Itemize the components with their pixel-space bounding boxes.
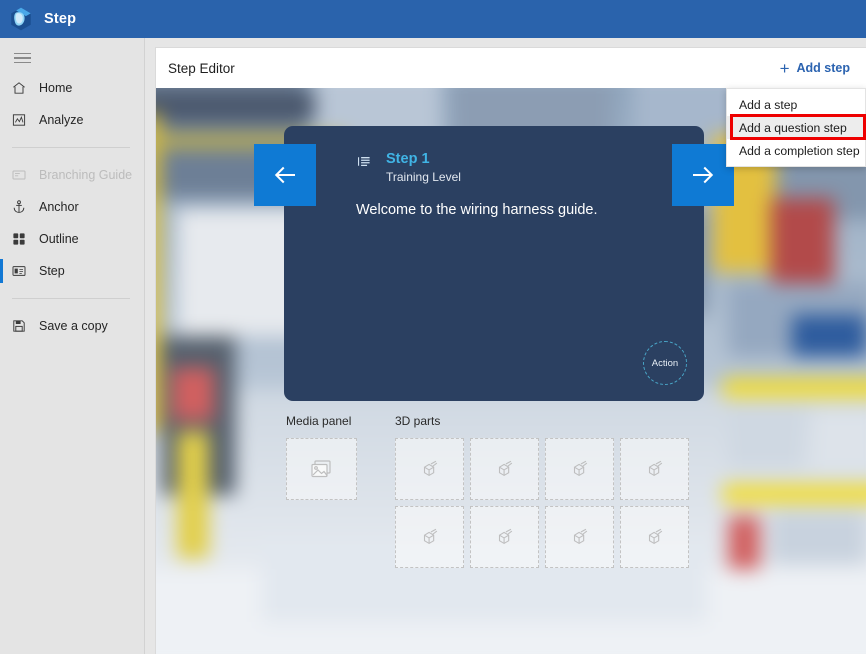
action-chip-label: Action xyxy=(652,358,678,369)
add-step-label: Add step xyxy=(797,61,850,75)
3d-part-slot[interactable] xyxy=(470,506,539,568)
3d-parts-section: 3D parts xyxy=(395,414,689,568)
cube-3d-icon xyxy=(569,458,591,480)
home-icon xyxy=(10,80,27,97)
step-number: Step 1 xyxy=(386,150,461,168)
cube-3d-icon xyxy=(569,526,591,548)
sidebar-item-label: Home xyxy=(39,81,72,95)
step-level: Training Level xyxy=(386,170,461,184)
add-step-dropdown-menu: Add a step Add a question step Add a com… xyxy=(726,88,866,167)
sidebar-divider xyxy=(12,147,130,148)
sidebar-item-analyze[interactable]: Analyze xyxy=(0,104,144,136)
menu-item-add-a-step[interactable]: Add a step xyxy=(727,93,865,116)
sidebar-item-label: Step xyxy=(39,264,65,278)
sidebar-item-label: Save a copy xyxy=(39,319,108,333)
sidebar-item-home[interactable]: Home xyxy=(0,72,144,104)
sidebar-item-label: Branching Guide xyxy=(39,168,132,182)
arrow-right-icon xyxy=(688,160,718,190)
sidebar-item-save-a-copy[interactable]: Save a copy xyxy=(0,310,144,342)
sidebar-item-step[interactable]: Step xyxy=(0,255,144,287)
cube-3d-icon xyxy=(644,458,666,480)
3d-part-slot[interactable] xyxy=(395,506,464,568)
sidebar-item-anchor[interactable]: Anchor xyxy=(0,191,144,223)
cube-3d-icon xyxy=(494,458,516,480)
dynamics-guides-logo xyxy=(8,6,34,32)
sidebar-item-label: Outline xyxy=(39,232,79,246)
step-stage: Step 1 Training Level Welcome to the wir… xyxy=(156,88,866,654)
step-header: Step 1 Training Level xyxy=(284,126,704,184)
content-header: Step Editor + Add step xyxy=(156,48,866,88)
3d-parts-grid xyxy=(395,438,689,568)
title-bar: Step xyxy=(0,0,866,38)
add-step-button[interactable]: + Add step xyxy=(778,56,852,81)
media-panel-label: Media panel xyxy=(286,414,357,428)
cube-3d-icon xyxy=(494,526,516,548)
app-title: Step xyxy=(44,11,76,27)
menu-item-add-a-question-step[interactable]: Add a question step xyxy=(727,116,865,139)
image-placeholder-icon xyxy=(310,458,334,480)
arrow-left-icon xyxy=(270,160,300,190)
sidebar-item-label: Analyze xyxy=(39,113,83,127)
sidebar-item-branching-guide: Branching Guide xyxy=(0,159,144,191)
menu-item-label: Add a completion step xyxy=(739,144,860,158)
plus-icon: + xyxy=(780,60,790,77)
save-floppy-icon xyxy=(10,318,27,335)
sidebar-item-outline[interactable]: Outline xyxy=(0,223,144,255)
branching-guide-icon xyxy=(10,167,27,184)
sidebar-item-label: Anchor xyxy=(39,200,79,214)
3d-part-slot[interactable] xyxy=(395,438,464,500)
next-step-button[interactable] xyxy=(672,144,734,206)
previous-step-button[interactable] xyxy=(254,144,316,206)
3d-part-slot[interactable] xyxy=(620,506,689,568)
3d-parts-label: 3D parts xyxy=(395,414,689,428)
sidebar-divider xyxy=(12,298,130,299)
asset-sections: Media panel 3D parts xyxy=(286,414,689,568)
menu-item-label: Add a step xyxy=(739,98,797,112)
media-panel-section: Media panel xyxy=(286,414,357,568)
3d-part-slot[interactable] xyxy=(470,438,539,500)
cube-3d-icon xyxy=(419,526,441,548)
step-list-icon xyxy=(356,153,373,175)
hamburger-menu-icon[interactable] xyxy=(0,44,45,72)
step-card: Step 1 Training Level Welcome to the wir… xyxy=(284,126,704,401)
outline-grid-icon xyxy=(10,231,27,248)
cube-3d-icon xyxy=(644,526,666,548)
anchor-icon xyxy=(10,199,27,216)
media-panel-slot[interactable] xyxy=(286,438,357,500)
3d-part-slot[interactable] xyxy=(545,438,614,500)
action-chip[interactable]: Action xyxy=(643,341,687,385)
analyze-chart-icon xyxy=(10,112,27,129)
step-card-icon xyxy=(10,263,27,280)
menu-item-label: Add a question step xyxy=(739,121,847,135)
3d-part-slot[interactable] xyxy=(545,506,614,568)
3d-part-slot[interactable] xyxy=(620,438,689,500)
application-window: Step Home Analyze xyxy=(0,0,866,654)
menu-item-add-a-completion-step[interactable]: Add a completion step xyxy=(727,139,865,162)
step-instruction-text: Welcome to the wiring harness guide. xyxy=(284,184,704,221)
sidebar: Home Analyze Branching Guide xyxy=(0,38,145,654)
page-title: Step Editor xyxy=(168,61,235,76)
cube-3d-icon xyxy=(419,458,441,480)
